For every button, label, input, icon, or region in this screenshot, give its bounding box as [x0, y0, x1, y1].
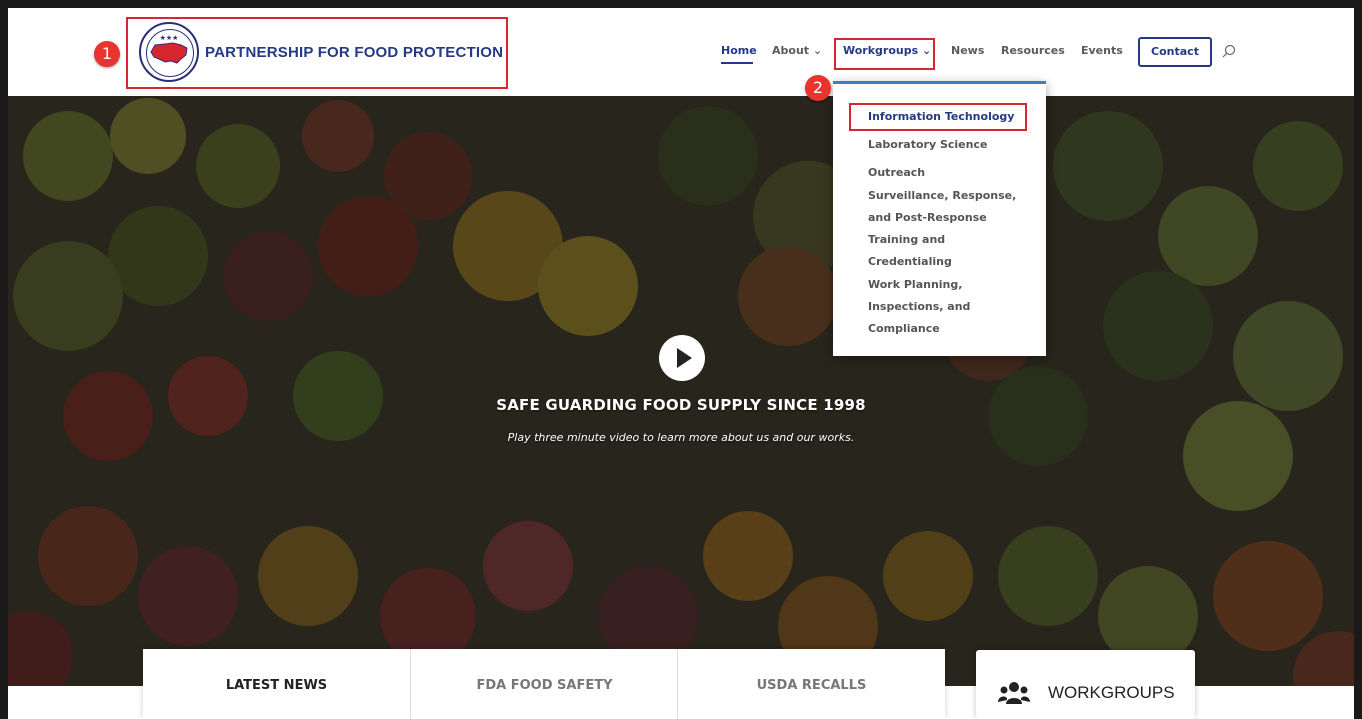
dropdown-item-laboratory-science[interactable]: Laboratory Science: [868, 134, 1018, 156]
tab-usda-recalls[interactable]: USDA RECALLS: [677, 649, 945, 719]
usa-map-seal-icon[interactable]: ★★★: [139, 22, 199, 82]
nav-resources[interactable]: Resources: [1001, 44, 1065, 57]
dropdown-item-information-technology[interactable]: Information Technology: [868, 106, 1018, 128]
annotation-marker-2: 2: [805, 75, 831, 101]
tab-fda-food-safety[interactable]: FDA FOOD SAFETY: [410, 649, 678, 719]
users-group-icon: [998, 682, 1030, 704]
chevron-down-icon: ⌄: [922, 44, 932, 57]
chevron-down-icon: ⌄: [812, 44, 823, 57]
brand-name[interactable]: PARTNERSHIP FOR FOOD PROTECTION: [205, 44, 503, 61]
workgroups-card-label: WORKGROUPS: [1048, 683, 1175, 702]
annotation-marker-1: 1: [94, 41, 120, 67]
dropdown-item-outreach[interactable]: Outreach: [868, 162, 1018, 184]
hero-subtitle: Play three minute video to learn more ab…: [507, 431, 855, 444]
nav-events[interactable]: Events: [1081, 44, 1123, 57]
news-tabs: LATEST NEWS FDA FOOD SAFETY USDA RECALLS: [143, 649, 945, 719]
tab-latest-news[interactable]: LATEST NEWS: [143, 649, 410, 719]
workgroups-card[interactable]: WORKGROUPS: [976, 650, 1195, 719]
play-video-button[interactable]: [659, 335, 705, 381]
site-header: ★★★ PARTNERSHIP FOR FOOD PROTECTION Home…: [8, 8, 1354, 96]
contact-button[interactable]: Contact: [1138, 37, 1212, 67]
nav-home-underline: [721, 62, 753, 64]
search-icon[interactable]: [1222, 44, 1236, 58]
nav-home[interactable]: Home: [721, 44, 757, 57]
hero-video-section: SAFE GUARDING FOOD SUPPLY SINCE 1998 Pla…: [8, 96, 1354, 686]
dropdown-item-surveillance[interactable]: Surveillance, Response, and Post-Respons…: [868, 185, 1018, 229]
dropdown-item-work-planning[interactable]: Work Planning, Inspections, and Complian…: [868, 274, 1018, 340]
nav-about[interactable]: About ⌄: [772, 44, 822, 57]
hero-title: SAFE GUARDING FOOD SUPPLY SINCE 1998: [496, 396, 866, 414]
nav-news[interactable]: News: [951, 44, 984, 57]
dropdown-item-training[interactable]: Training and Credentialing: [868, 229, 1018, 273]
workgroups-dropdown-menu: Information Technology Laboratory Scienc…: [833, 81, 1046, 356]
nav-workgroups[interactable]: Workgroups ⌄: [843, 44, 931, 57]
svg-text:★★★: ★★★: [160, 34, 179, 42]
browser-frame: ★★★ PARTNERSHIP FOR FOOD PROTECTION Home…: [8, 8, 1354, 719]
